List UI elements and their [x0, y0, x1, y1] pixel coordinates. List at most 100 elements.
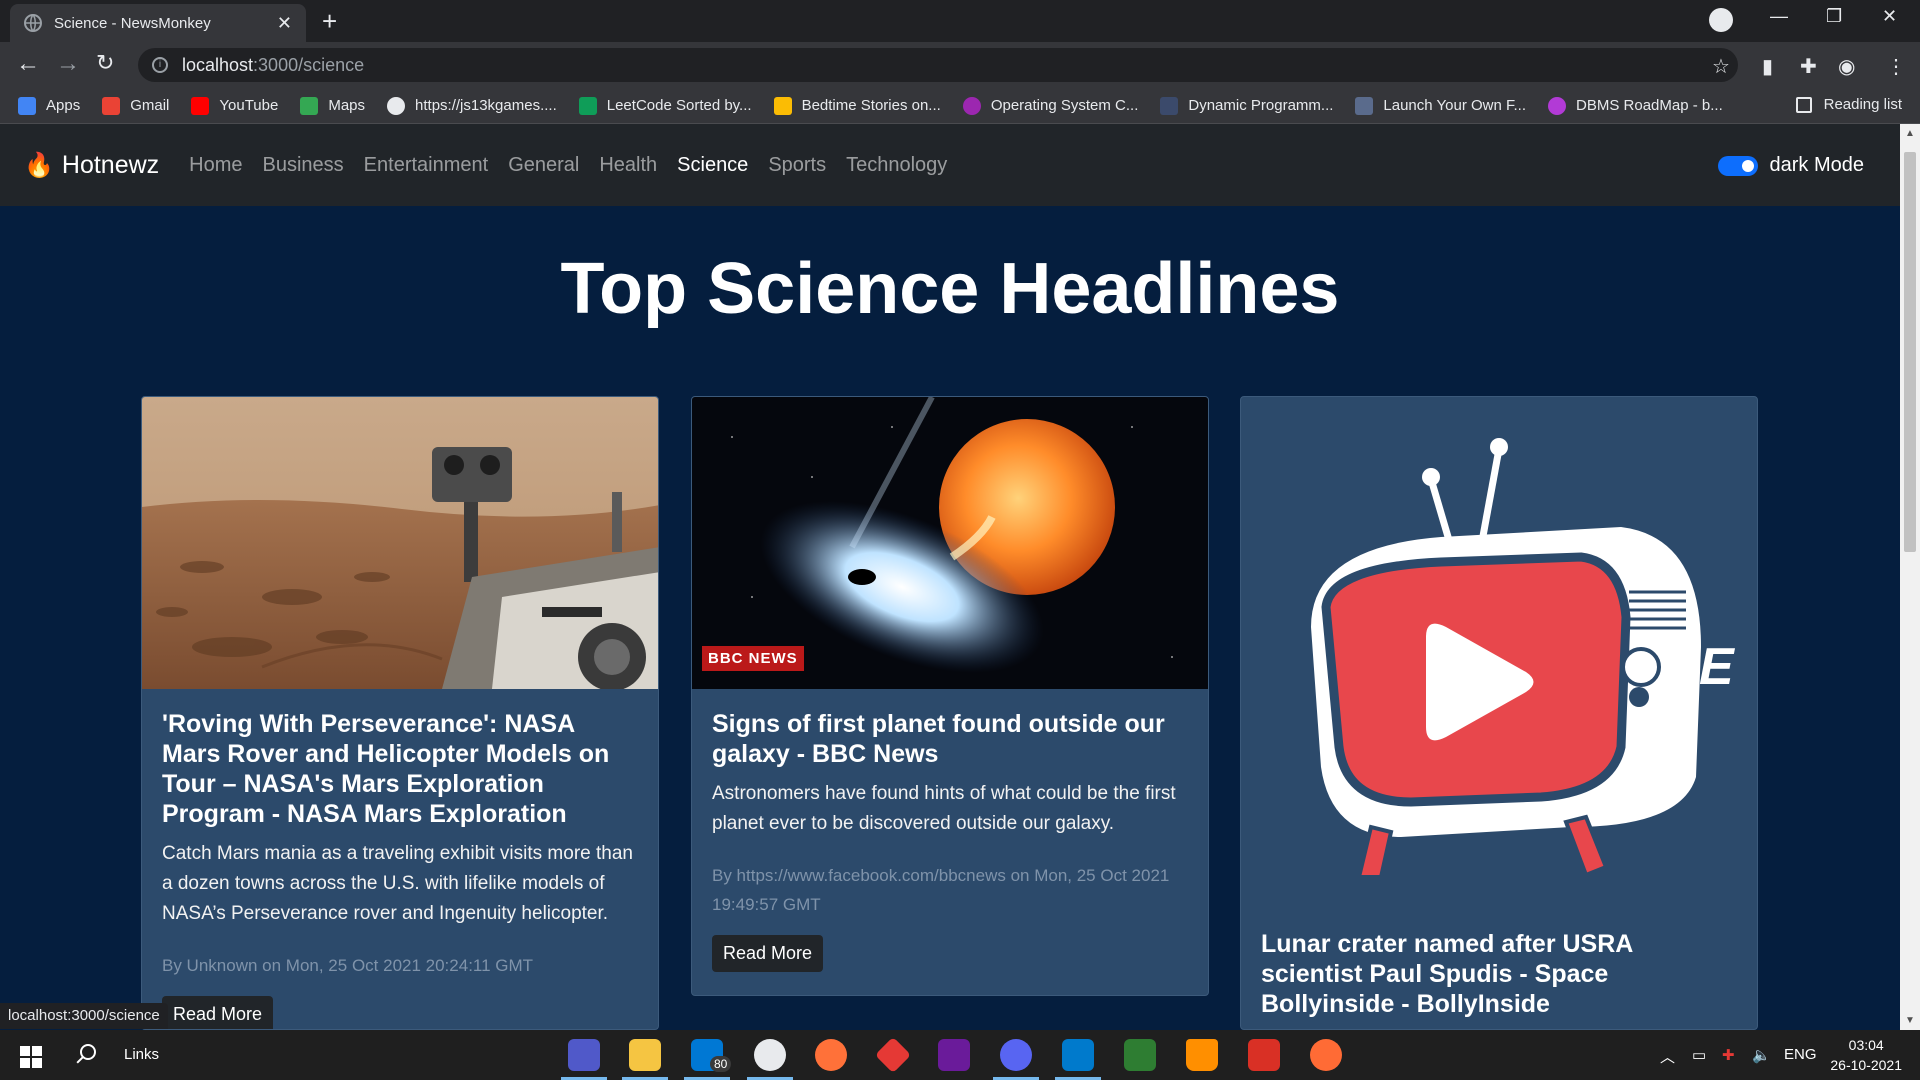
brand-link[interactable]: 🔥 Hotnewz	[24, 151, 159, 180]
teams-icon[interactable]	[568, 1039, 600, 1071]
placeholder-tv-image: E	[1241, 397, 1757, 917]
browser-tab-bar: Science - NewsMonkey ✕ + — ❐ ✕	[0, 0, 1920, 42]
bookmark-gmail[interactable]: Gmail	[102, 96, 169, 115]
dark-mode-label: dark Mode	[1769, 154, 1865, 176]
bookmark-launch[interactable]: Launch Your Own F...	[1355, 96, 1526, 115]
doc-icon	[1160, 96, 1179, 115]
purple-site-icon	[962, 96, 981, 115]
bookmarks-bar: Apps Gmail YouTube Maps https://js13kgam…	[0, 88, 1920, 124]
language-indicator[interactable]: ENG	[1784, 1046, 1817, 1063]
article-meta: By https://www.facebook.com/bbcnews on M…	[712, 866, 1170, 914]
address-bar[interactable]: i localhost:3000/science	[138, 48, 1738, 82]
bbc-news-badge: BBC NEWS	[702, 646, 804, 671]
windows-taskbar: Links 80 ︿ ▭ ✚ 🔈 ENG 03:04 26-10-2021	[0, 1030, 1920, 1080]
gmail-icon	[102, 96, 121, 115]
bookmark-dp[interactable]: Dynamic Programm...	[1160, 96, 1333, 115]
article-meta: By Unknown on Mon, 25 Oct 2021 20:24:11 …	[162, 956, 534, 975]
grid-app-icon[interactable]	[1124, 1039, 1156, 1071]
reading-list-button[interactable]: Reading list	[1795, 96, 1902, 113]
news-card: 'Roving With Perseverance': NASA Mars Ro…	[141, 396, 659, 1030]
m-site-icon	[1548, 96, 1567, 115]
dark-mode-toggle[interactable]: dark Mode	[1717, 154, 1865, 177]
antivirus-icon[interactable]: ✚	[1722, 1046, 1735, 1064]
back-icon[interactable]: ←	[16, 50, 40, 78]
page-title: Top Science Headlines	[560, 249, 1340, 329]
profile-avatar-icon[interactable]: ◉	[1838, 54, 1855, 79]
nav-technology[interactable]: Technology	[846, 154, 947, 177]
maps-icon	[300, 96, 319, 115]
volume-icon[interactable]: 🔈	[1752, 1046, 1771, 1064]
taskbar-clock[interactable]: 03:04 26-10-2021	[1830, 1035, 1902, 1075]
vlc-icon[interactable]	[1186, 1039, 1218, 1071]
article-description: Catch Mars mania as a traveling exhibit …	[162, 843, 633, 924]
nav-home[interactable]: Home	[189, 154, 242, 177]
site-info-icon[interactable]: i	[152, 57, 168, 73]
reload-icon[interactable]: ↻	[96, 50, 114, 76]
bookmark-star-icon[interactable]: ☆	[1712, 54, 1730, 79]
battery-icon[interactable]: ▭	[1692, 1046, 1706, 1064]
discord-icon[interactable]	[1000, 1039, 1032, 1071]
url-path: :3000/science	[253, 54, 365, 75]
minimize-icon[interactable]: —	[1770, 6, 1788, 27]
article-description: Astronomers have found hints of what cou…	[712, 783, 1176, 834]
bookmark-leetcode[interactable]: LeetCode Sorted by...	[578, 96, 752, 115]
nav-science[interactable]: Science	[677, 154, 748, 177]
nav-entertainment[interactable]: Entertainment	[364, 154, 489, 177]
youtube-icon	[191, 96, 210, 115]
firefox-icon[interactable]	[815, 1039, 847, 1071]
bookmark-bedtime[interactable]: Bedtime Stories on...	[773, 96, 941, 115]
nav-health[interactable]: Health	[599, 154, 657, 177]
mars-rover-image	[142, 397, 658, 689]
article-image	[142, 397, 658, 689]
bookmark-dbms[interactable]: DBMS RoadMap - b...	[1548, 96, 1723, 115]
mail-badge: 80	[710, 1056, 732, 1072]
amazon-music-icon[interactable]	[938, 1039, 970, 1071]
nav-sports[interactable]: Sports	[768, 154, 826, 177]
search-icon[interactable]	[80, 1044, 96, 1060]
scroll-up-icon[interactable]: ▲	[1905, 128, 1915, 139]
app-diamond-icon[interactable]	[874, 1036, 912, 1074]
clock-date: 26-10-2021	[1830, 1057, 1902, 1073]
page-scrollbar[interactable]: ▲ ▼	[1900, 124, 1920, 1030]
drive-icon	[773, 96, 792, 115]
link-status-bubble: localhost:3000/science	[0, 1003, 168, 1029]
bookmark-js13kgames[interactable]: https://js13kgames....	[387, 96, 557, 115]
tv-logo-icon	[1311, 438, 1701, 879]
bookmark-apps[interactable]: Apps	[18, 96, 80, 115]
article-title: Signs of first planet found outside our …	[712, 710, 1165, 768]
globe-icon	[24, 14, 42, 32]
brand-name: Hotnewz	[61, 150, 160, 179]
media-control-icon[interactable]	[1709, 8, 1733, 32]
tab-close-icon[interactable]: ✕	[277, 13, 292, 34]
bookmark-os[interactable]: Operating System C...	[962, 96, 1138, 115]
vscode-icon[interactable]	[1062, 1039, 1094, 1071]
apps-grid-icon	[18, 96, 36, 115]
forward-icon[interactable]: →	[56, 50, 80, 78]
file-explorer-icon[interactable]	[629, 1039, 661, 1071]
bookmark-youtube[interactable]: YouTube	[191, 96, 278, 115]
menu-kebab-icon[interactable]: ⋮	[1886, 54, 1906, 79]
windows-start-icon[interactable]	[20, 1046, 42, 1068]
article-title: 'Roving With Perseverance': NASA Mars Ro…	[162, 710, 610, 828]
read-more-button[interactable]: Read More	[162, 996, 274, 1029]
chrome-icon[interactable]	[754, 1039, 786, 1071]
taskbar-links-label: Links	[124, 1046, 160, 1063]
scrollbar-thumb[interactable]	[1904, 152, 1916, 552]
url-host: localhost	[182, 54, 254, 75]
nav-general[interactable]: General	[508, 154, 579, 177]
pdf-reader-icon[interactable]	[1248, 1039, 1280, 1071]
tray-chevron-icon[interactable]: ︿	[1660, 1046, 1675, 1067]
toggle-switch[interactable]	[1717, 155, 1758, 176]
extensions-puzzle-icon[interactable]: ✚	[1800, 54, 1817, 79]
postman-icon[interactable]	[1310, 1039, 1342, 1071]
nav-business[interactable]: Business	[263, 154, 344, 177]
window-close-icon[interactable]: ✕	[1882, 6, 1897, 27]
sheets-icon	[578, 96, 597, 115]
new-tab-icon[interactable]: +	[322, 6, 337, 37]
browser-tab[interactable]: Science - NewsMonkey ✕	[10, 4, 306, 42]
restore-icon[interactable]: ❐	[1826, 6, 1842, 27]
bookmark-maps[interactable]: Maps	[300, 96, 365, 115]
extension-icon[interactable]: ▮	[1762, 54, 1773, 79]
read-more-button[interactable]: Read More	[712, 935, 824, 972]
scroll-down-icon[interactable]: ▼	[1905, 1015, 1915, 1026]
